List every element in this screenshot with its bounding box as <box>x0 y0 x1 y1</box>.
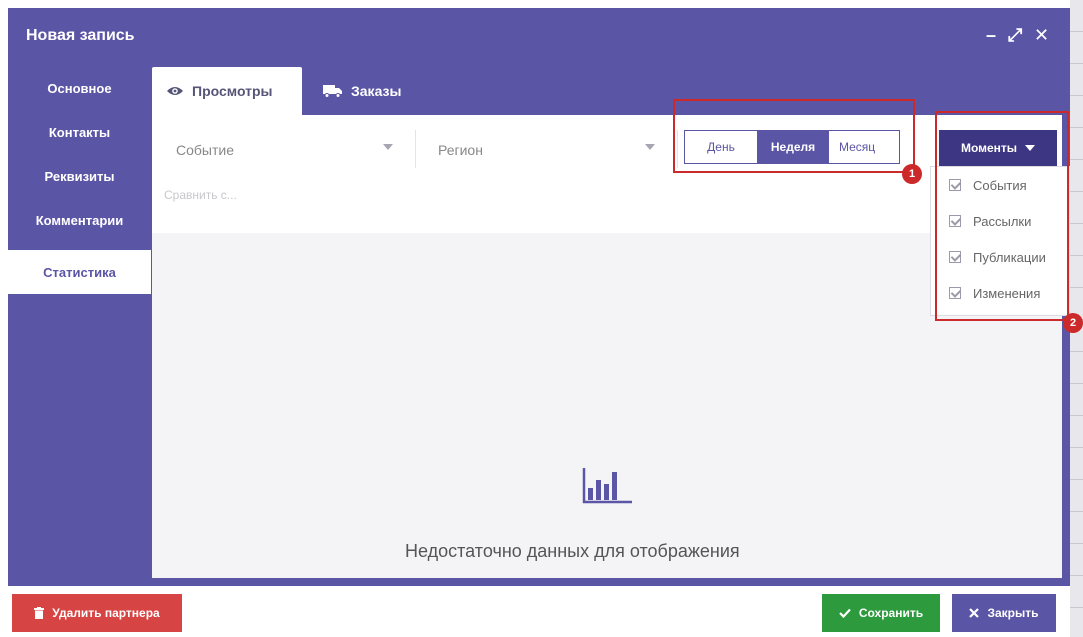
maximize-icon[interactable]: ⤢ <box>1008 25 1022 45</box>
empty-state-text: Недостаточно данных для отображения <box>405 541 740 561</box>
event-select[interactable]: Событие <box>162 130 416 168</box>
sidebar-item-statistics[interactable]: Статистика <box>8 250 151 294</box>
highlight-box-moments <box>935 111 1069 321</box>
close-icon[interactable]: ✕ <box>1034 25 1049 45</box>
delete-partner-button[interactable]: Удалить партнера <box>12 594 182 632</box>
filter-bar: Событие Регион День Неделя Месяц Моменты… <box>152 115 1062 233</box>
sidebar-nav: Основное Контакты Реквизиты Комментарии … <box>8 66 151 586</box>
sidebar-item-comments[interactable]: Комментарии <box>8 198 151 242</box>
save-label: Сохранить <box>858 606 924 620</box>
tab-views[interactable]: Просмотры <box>152 67 302 115</box>
chevron-down-icon <box>645 144 655 150</box>
minimize-icon[interactable]: – <box>986 25 996 45</box>
annotation-marker-2: 2 <box>1063 313 1083 333</box>
bar-chart-icon <box>582 468 632 504</box>
annotation-marker-1: 1 <box>902 164 922 184</box>
eye-icon <box>167 87 183 95</box>
tab-orders[interactable]: Заказы <box>309 67 415 115</box>
region-select-placeholder: Регион <box>438 142 483 158</box>
close-button[interactable]: Закрыть <box>952 594 1056 632</box>
truck-icon <box>323 85 342 98</box>
tab-orders-label: Заказы <box>351 83 402 99</box>
close-x-icon <box>969 608 980 618</box>
region-select[interactable]: Регион <box>424 130 678 168</box>
tab-views-label: Просмотры <box>192 83 273 99</box>
sidebar-item-contacts[interactable]: Контакты <box>8 110 151 154</box>
event-select-placeholder: Событие <box>176 142 234 158</box>
check-icon <box>839 608 851 618</box>
sidebar-item-basic[interactable]: Основное <box>8 66 151 110</box>
sidebar-item-requisites[interactable]: Реквизиты <box>8 154 151 198</box>
compare-input[interactable]: Сравнить с... <box>164 188 237 202</box>
dialog-title: Новая запись <box>26 27 135 44</box>
stats-content: Событие Регион День Неделя Месяц Моменты… <box>152 115 1062 578</box>
delete-partner-label: Удалить партнера <box>52 606 160 620</box>
chevron-down-icon <box>383 144 393 150</box>
highlight-box-period <box>673 99 915 173</box>
dialog-titlebar: Новая запись – ⤢ ✕ <box>8 8 1070 66</box>
dialog-footer: Удалить партнера Сохранить Закрыть <box>8 586 1070 637</box>
save-button[interactable]: Сохранить <box>822 594 940 632</box>
trash-icon <box>34 607 45 619</box>
close-label: Закрыть <box>987 606 1039 620</box>
